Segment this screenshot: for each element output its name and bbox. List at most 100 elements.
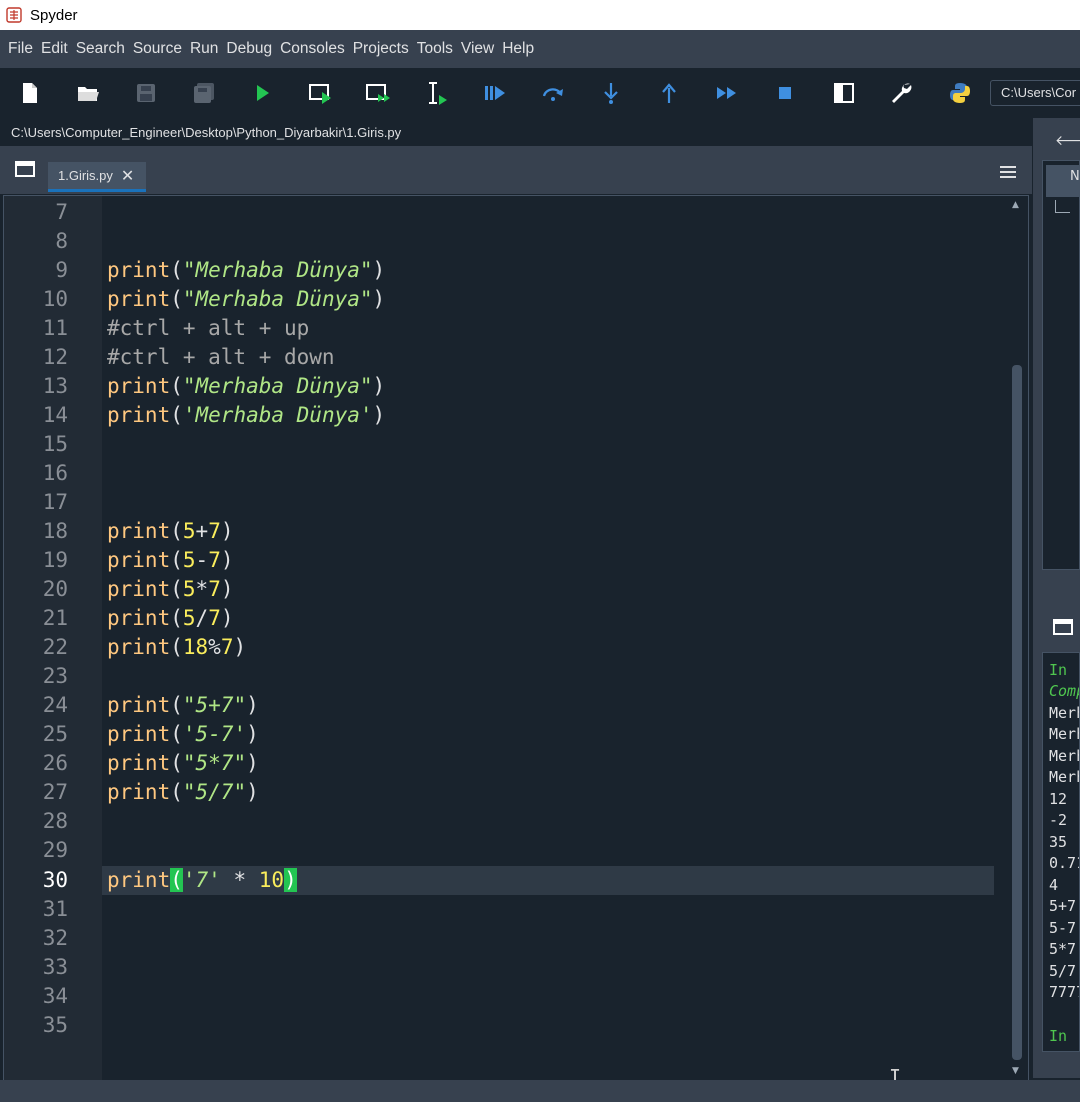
debug-icon[interactable] xyxy=(480,79,510,107)
open-file-icon[interactable] xyxy=(73,79,103,107)
line-number: 33 xyxy=(42,955,68,979)
back-arrow-icon[interactable]: 🡐 xyxy=(1055,132,1080,149)
step-over-icon[interactable] xyxy=(538,79,568,107)
scroll-up-icon[interactable]: ▲ xyxy=(1012,200,1019,210)
console-line: 7777 xyxy=(1049,983,1079,1001)
code-line: print("Merhaba Dünya") xyxy=(107,287,386,311)
maximize-pane-icon[interactable] xyxy=(829,79,859,107)
line-number: 27 xyxy=(42,780,68,804)
menu-edit[interactable]: Edit xyxy=(37,40,72,58)
code-line: print("Merhaba Dünya") xyxy=(107,374,386,398)
console-line: Merh xyxy=(1049,768,1079,786)
line-number: 31 xyxy=(42,897,68,921)
console-line: Merh xyxy=(1049,704,1079,722)
menu-view[interactable]: View xyxy=(457,40,498,58)
console-line: 4 xyxy=(1049,876,1059,894)
code-line: print(18%7) xyxy=(107,635,247,659)
console-line: 5+7 xyxy=(1049,897,1077,915)
close-tab-icon[interactable]: ✕ xyxy=(121,166,134,186)
code-line: print('5-7') xyxy=(107,722,259,746)
line-number: 23 xyxy=(42,664,68,688)
code-line: print("Merhaba Dünya") xyxy=(107,258,386,282)
menu-help[interactable]: Help xyxy=(498,40,538,58)
step-into-icon[interactable] xyxy=(596,79,626,107)
text-cursor-icon: I xyxy=(889,1065,902,1081)
new-file-icon[interactable] xyxy=(15,79,45,107)
code-line: print("5/7") xyxy=(107,780,259,804)
run-cell-icon[interactable] xyxy=(306,79,336,107)
code-editor[interactable]: 7 8 9 10 11 12 13 14 15 16 17 18 19 20 2… xyxy=(3,195,1029,1081)
step-return-icon[interactable] xyxy=(654,79,684,107)
line-number: 10 xyxy=(42,287,68,311)
file-path-label: C:\Users\Computer_Engineer\Desktop\Pytho… xyxy=(0,118,1032,146)
line-number: 9 xyxy=(55,258,68,282)
continue-icon[interactable] xyxy=(712,79,742,107)
console-prompt: In xyxy=(1049,661,1068,679)
scrollbar-thumb[interactable] xyxy=(1012,365,1022,1060)
line-number: 32 xyxy=(42,926,68,950)
window-title: Spyder xyxy=(30,6,78,24)
console-line: Comp xyxy=(1049,682,1079,700)
hamburger-menu-icon[interactable] xyxy=(999,164,1017,183)
preferences-icon[interactable] xyxy=(887,79,917,107)
line-number: 22 xyxy=(42,635,68,659)
console-line: -2 xyxy=(1049,811,1068,829)
ipython-console[interactable]: In Comp Merh Merh Merh Merh 12 -2 35 0.7… xyxy=(1042,652,1080,1052)
run-cell-advance-icon[interactable] xyxy=(364,79,394,107)
browse-tabs-icon[interactable] xyxy=(15,160,35,182)
tab-1-giris-py[interactable]: 1.Giris.py ✕ xyxy=(48,162,146,192)
line-number: 17 xyxy=(42,490,68,514)
menu-run[interactable]: Run xyxy=(186,40,222,58)
editor-tab-bar: 1.Giris.py ✕ xyxy=(0,146,1032,194)
console-line: 35 xyxy=(1049,833,1068,851)
console-line: Merh xyxy=(1049,747,1079,765)
line-number: 21 xyxy=(42,606,68,630)
console-line: 5*7 xyxy=(1049,940,1077,958)
line-number: 15 xyxy=(42,432,68,456)
line-number: 24 xyxy=(42,693,68,717)
python-path-icon[interactable] xyxy=(945,79,975,107)
menu-consoles[interactable]: Consoles xyxy=(276,40,349,58)
code-line: print("5*7") xyxy=(107,751,259,775)
current-line-number: 30 xyxy=(42,868,68,892)
explorer-content xyxy=(1042,160,1080,570)
run-selection-icon[interactable] xyxy=(422,79,452,107)
main-toolbar xyxy=(0,68,1080,118)
explorer-header: N xyxy=(1046,165,1080,197)
working-directory-input[interactable]: C:\Users\Cor xyxy=(990,80,1080,106)
console-line: 12 xyxy=(1049,790,1068,808)
menu-search[interactable]: Search xyxy=(72,40,129,58)
console-line: 5-7 xyxy=(1049,919,1077,937)
line-number: 14 xyxy=(42,403,68,427)
save-icon[interactable] xyxy=(131,79,161,107)
line-number: 8 xyxy=(55,229,68,253)
console-prompt: In xyxy=(1049,1027,1068,1045)
status-bar xyxy=(0,1080,1080,1102)
line-number: 29 xyxy=(42,838,68,862)
console-line: 5/7 xyxy=(1049,962,1077,980)
menu-tools[interactable]: Tools xyxy=(413,40,457,58)
line-number: 13 xyxy=(42,374,68,398)
code-line: #ctrl + alt + up xyxy=(107,316,310,340)
line-number: 25 xyxy=(42,722,68,746)
editor-vertical-scrollbar[interactable]: ▲ ▼ xyxy=(1010,200,1024,1076)
menu-source[interactable]: Source xyxy=(129,40,186,58)
menu-bar: File Edit Search Source Run Debug Consol… xyxy=(0,30,1080,68)
menu-file[interactable]: File xyxy=(4,40,37,58)
scroll-down-icon[interactable]: ▼ xyxy=(1012,1066,1019,1076)
line-number: 12 xyxy=(42,345,68,369)
code-line: print("5+7") xyxy=(107,693,259,717)
current-code-line: print('7' * 10) xyxy=(107,868,297,892)
line-number: 34 xyxy=(42,984,68,1008)
tab-label: 1.Giris.py xyxy=(58,168,113,183)
line-number: 19 xyxy=(42,548,68,572)
menu-projects[interactable]: Projects xyxy=(349,40,413,58)
stop-icon[interactable] xyxy=(770,79,800,107)
code-line: print(5+7) xyxy=(107,519,234,543)
menu-debug[interactable]: Debug xyxy=(222,40,276,58)
console-tabs-icon[interactable] xyxy=(1053,618,1073,640)
line-number: 26 xyxy=(42,751,68,775)
run-icon[interactable] xyxy=(248,79,278,107)
code-line: print('Merhaba Dünya') xyxy=(107,403,386,427)
save-all-icon[interactable] xyxy=(189,79,219,107)
